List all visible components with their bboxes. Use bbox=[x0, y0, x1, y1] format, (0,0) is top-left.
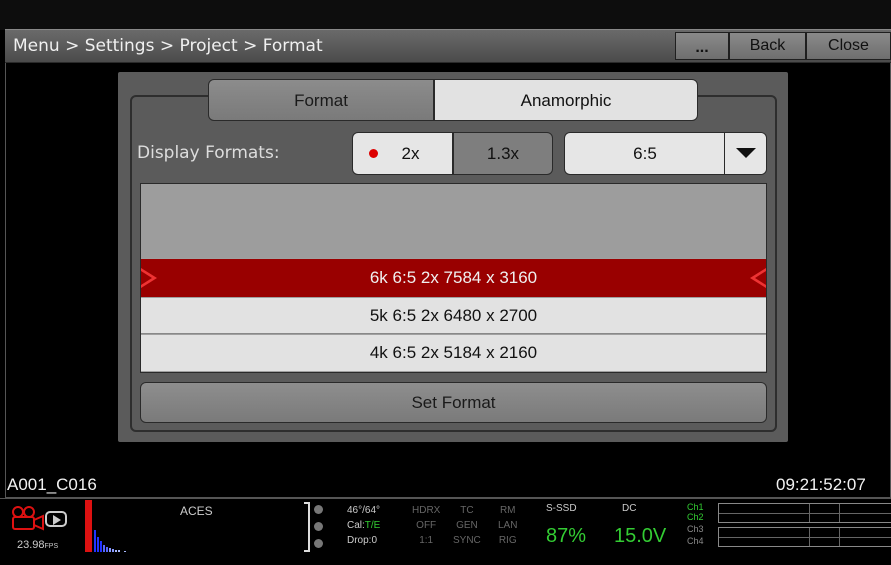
fps-readout: 23.98FPS bbox=[17, 539, 58, 551]
chevron-down-icon bbox=[736, 148, 756, 158]
audio-channel-4: Ch4 bbox=[687, 536, 704, 546]
tc-label: TC bbox=[460, 505, 474, 516]
audio-channel-1: Ch1 bbox=[687, 502, 704, 512]
tab-format[interactable]: Format bbox=[208, 79, 434, 121]
selected-dot-icon bbox=[369, 149, 378, 158]
status-led-icon bbox=[314, 539, 323, 548]
meter-tick bbox=[839, 504, 840, 522]
selection-marker-left-icon bbox=[141, 268, 157, 288]
set-format-button[interactable]: Set Format bbox=[140, 382, 767, 423]
calibration-readout: Cal:T/E bbox=[347, 518, 380, 533]
squeeze-1-3x-option[interactable]: 1.3x bbox=[453, 132, 553, 175]
tab-bar: Format Anamorphic bbox=[208, 79, 698, 121]
timecode-status[interactable]: TC GEN SYNC bbox=[453, 503, 481, 548]
play-triangle-icon bbox=[53, 515, 61, 525]
breadcrumb: Menu > Settings > Project > Format bbox=[13, 36, 323, 56]
hdrx-ratio: 1:1 bbox=[419, 535, 434, 546]
list-empty-area bbox=[141, 184, 766, 258]
status-led-icon bbox=[314, 522, 323, 531]
remote-status[interactable]: RM LAN RIG bbox=[498, 503, 517, 548]
media-label: S-SSD bbox=[546, 503, 577, 514]
tc-sync: SYNC bbox=[453, 535, 481, 546]
audio-meter-top[interactable] bbox=[718, 503, 891, 523]
list-item-label: 6k 6:5 2x 7584 x 3160 bbox=[369, 268, 538, 287]
hdrx-label: HDRX bbox=[412, 505, 441, 516]
rm-rig: RIG bbox=[498, 535, 517, 546]
tab-anamorphic[interactable]: Anamorphic bbox=[434, 79, 698, 121]
list-item[interactable]: 4k 6:5 2x 5184 x 2160 bbox=[141, 335, 766, 371]
selection-marker-right-icon bbox=[750, 268, 766, 288]
cal-value: T/E bbox=[364, 520, 381, 531]
close-button[interactable]: Close bbox=[806, 32, 891, 60]
audio-channel-2: Ch2 bbox=[687, 512, 704, 522]
playback-icon[interactable] bbox=[45, 511, 67, 527]
status-led-icon bbox=[314, 505, 323, 514]
title-bar: Menu > Settings > Project > Format ... B… bbox=[5, 29, 891, 63]
format-list[interactable]: 6k 6:5 2x 7584 x 3160 5k 6:5 2x 6480 x 2… bbox=[140, 183, 767, 373]
meter-tick bbox=[839, 528, 840, 546]
media-remaining[interactable]: 87% bbox=[546, 525, 586, 548]
timecode: 09:21:52:07 bbox=[776, 475, 866, 494]
histogram bbox=[94, 530, 126, 552]
list-item[interactable]: 5k 6:5 2x 6480 x 2700 bbox=[141, 298, 766, 334]
power-label: DC bbox=[622, 503, 637, 514]
hdrx-status[interactable]: HDRX OFF 1:1 bbox=[412, 503, 440, 548]
status-bracket bbox=[304, 502, 310, 552]
audio-channel-3: Ch3 bbox=[687, 524, 704, 534]
squeeze-2x-option[interactable]: 2x bbox=[352, 132, 453, 175]
more-button[interactable]: ... bbox=[675, 32, 729, 60]
meter-tick bbox=[809, 504, 810, 522]
color-space-label[interactable]: ACES bbox=[180, 504, 213, 518]
top-bar bbox=[0, 0, 891, 30]
cal-prefix: Cal: bbox=[347, 520, 365, 531]
display-formats-label: Display Formats: bbox=[137, 143, 280, 163]
meter-divider bbox=[719, 537, 891, 538]
aspect-ratio-value: 6:5 bbox=[633, 144, 657, 163]
tc-mode: GEN bbox=[456, 520, 478, 531]
camera-icon[interactable] bbox=[10, 505, 46, 531]
audio-meter-bottom[interactable] bbox=[718, 527, 891, 547]
fps-value: 23.98 bbox=[17, 539, 45, 551]
dropdown-toggle[interactable] bbox=[724, 133, 766, 174]
fps-unit: FPS bbox=[44, 543, 59, 550]
meter-divider bbox=[719, 513, 891, 514]
rm-label: RM bbox=[499, 505, 516, 516]
power-voltage[interactable]: 15.0V bbox=[614, 525, 666, 548]
meter-tick bbox=[809, 528, 810, 546]
hdrx-value: OFF bbox=[416, 520, 437, 531]
list-item-selected[interactable]: 6k 6:5 2x 7584 x 3160 bbox=[141, 259, 766, 297]
temperature-readout: 46°/64° bbox=[347, 505, 381, 516]
clip-name: A001_C016 bbox=[7, 475, 97, 494]
record-indicator bbox=[85, 500, 92, 552]
aspect-ratio-dropdown[interactable]: 6:5 bbox=[564, 132, 767, 175]
back-button[interactable]: Back bbox=[729, 32, 806, 60]
sensor-info[interactable]: 46°/64° Cal:T/E Drop:0 bbox=[347, 503, 380, 548]
squeeze-2x-label: 2x bbox=[401, 144, 420, 163]
dropped-frames-readout: Drop:0 bbox=[347, 535, 378, 546]
rm-lan: LAN bbox=[498, 520, 518, 531]
